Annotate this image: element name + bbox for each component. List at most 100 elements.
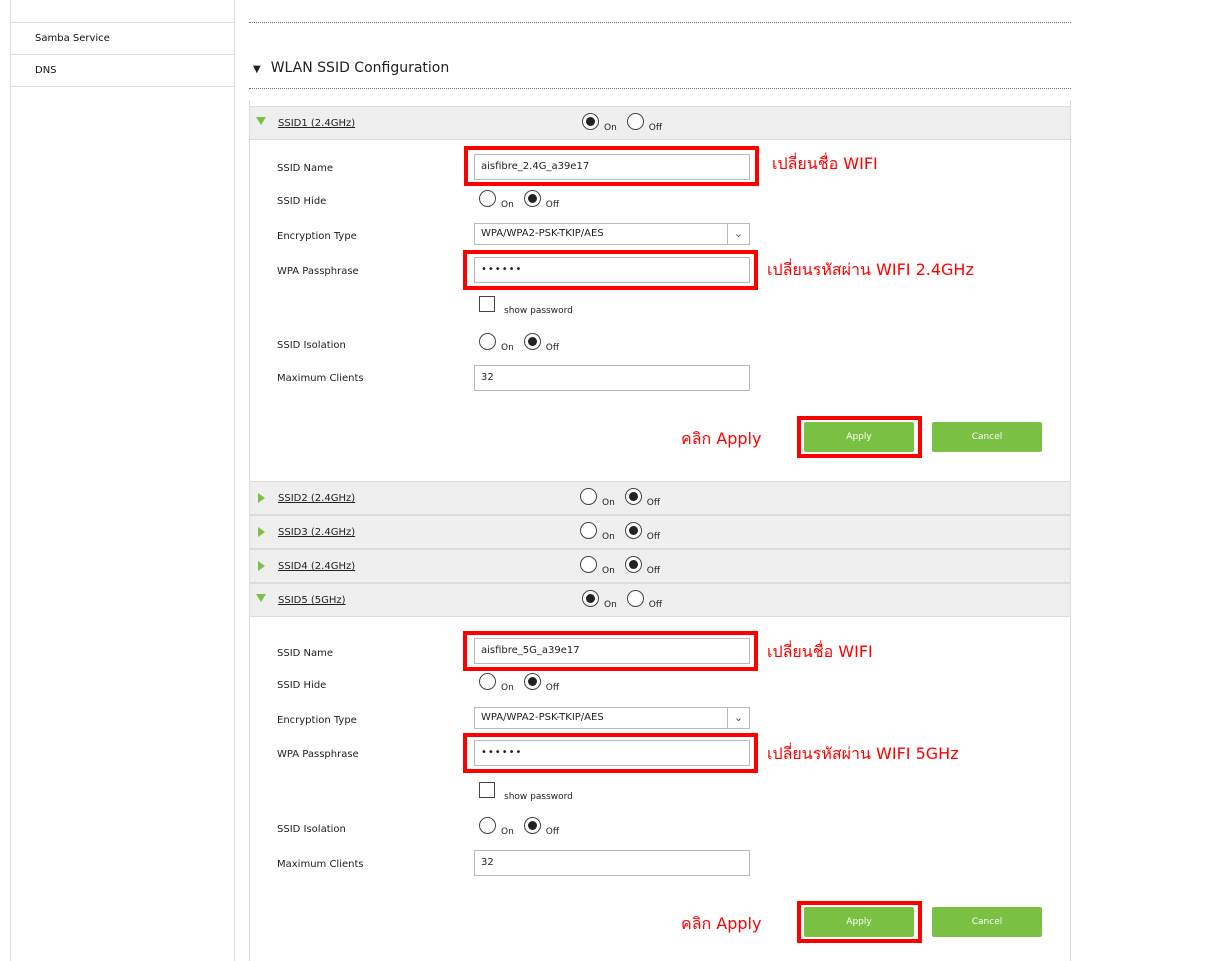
ssid5-max-clients-input[interactable]: 32 xyxy=(474,850,750,876)
ssid5-enable-radio: On Off xyxy=(582,590,672,610)
radio-off-label: Off xyxy=(646,532,661,542)
radio-on-label: On xyxy=(501,343,514,353)
highlight-box xyxy=(797,901,922,943)
ssid-isolation-label: SSID Isolation xyxy=(277,824,346,835)
ssid2-off-radio[interactable] xyxy=(624,488,642,505)
ssid1-isolation-radio: On Off xyxy=(479,333,569,353)
expanded-arrow-icon xyxy=(256,594,266,602)
annotation-change-pass-24: เปลี่ยนรหัสผ่าน WIFI 2.4GHz xyxy=(767,260,974,279)
wpa-passphrase-label: WPA Passphrase xyxy=(277,266,359,277)
radio-off-label: Off xyxy=(648,123,663,133)
encryption-type-label: Encryption Type xyxy=(277,715,357,726)
radio-on-label: On xyxy=(501,827,514,837)
annotation-change-pass-5: เปลี่ยนรหัสผ่าน WIFI 5GHz xyxy=(767,744,959,763)
show-password-label: show password xyxy=(504,792,573,802)
ssid-hide-label: SSID Hide xyxy=(277,680,327,691)
highlight-box xyxy=(797,416,922,458)
ssid1-show-password-checkbox[interactable] xyxy=(479,296,495,312)
ssid1-cancel-button[interactable]: Cancel xyxy=(932,422,1042,452)
encryption-type-label: Encryption Type xyxy=(277,231,357,242)
ssid1-encryption-select[interactable]: WPA/WPA2-PSK-TKIP/AES ⌄ xyxy=(474,223,750,245)
ssid4-enable-radio: On Off xyxy=(580,556,670,576)
radio-off-label: Off xyxy=(545,343,560,353)
highlight-box xyxy=(464,146,759,186)
radio-on-label: On xyxy=(501,683,514,693)
sidebar-item-dns[interactable]: DNS xyxy=(11,55,235,87)
collapsed-arrow-icon xyxy=(258,493,265,503)
ssid3-on-radio[interactable] xyxy=(580,522,597,539)
ssid1-hide-off-radio[interactable] xyxy=(523,190,541,207)
ssid4-on-radio[interactable] xyxy=(580,556,597,573)
ssid5-on-radio[interactable] xyxy=(582,590,599,607)
ssid5-hide-on-radio[interactable] xyxy=(479,673,496,690)
ssid5-show-password-checkbox[interactable] xyxy=(479,782,495,798)
ssid-name-label: SSID Name xyxy=(277,648,334,659)
radio-on-label: On xyxy=(602,498,615,508)
ssid2-enable-radio: On Off xyxy=(580,488,670,508)
select-value: WPA/WPA2-PSK-TKIP/AES xyxy=(481,712,604,723)
section-divider xyxy=(249,22,1071,23)
ssid1-link[interactable]: SSID1 (2.4GHz) xyxy=(278,118,355,129)
ssid1-hide-radio: On Off xyxy=(479,190,569,210)
ssid-name-label: SSID Name xyxy=(277,163,334,174)
ssid5-isolation-on-radio[interactable] xyxy=(479,817,496,834)
wpa-passphrase-label: WPA Passphrase xyxy=(277,749,359,760)
ssid1-hide-on-radio[interactable] xyxy=(479,190,496,207)
ssid4-off-radio[interactable] xyxy=(624,556,642,573)
section-divider xyxy=(249,88,1071,89)
radio-on-label: On xyxy=(602,532,615,542)
max-clients-label: Maximum Clients xyxy=(277,859,364,870)
annotation-change-name: เปลี่ยนชื่อ WIFI xyxy=(767,642,873,661)
ssid1-on-radio[interactable] xyxy=(582,113,599,130)
highlight-box xyxy=(463,250,758,290)
radio-off-label: Off xyxy=(545,683,560,693)
sidebar-item-samba-service[interactable]: Samba Service xyxy=(11,23,235,55)
collapse-triangle-icon: ▼ xyxy=(253,64,261,75)
ssid1-off-radio[interactable] xyxy=(626,113,644,130)
expanded-arrow-icon xyxy=(256,117,266,125)
ssid1-max-clients-input[interactable]: 32 xyxy=(474,365,750,391)
wlan-ssid-config-title[interactable]: ▼ WLAN SSID Configuration xyxy=(253,60,449,76)
sidebar-item-clipped[interactable] xyxy=(11,0,235,23)
max-clients-label: Maximum Clients xyxy=(277,373,364,384)
ssid5-hide-off-radio[interactable] xyxy=(523,673,541,690)
show-password-label: show password xyxy=(504,306,573,316)
radio-on-label: On xyxy=(604,600,617,610)
radio-on-label: On xyxy=(602,566,615,576)
ssid5-cancel-button[interactable]: Cancel xyxy=(932,907,1042,937)
highlight-box xyxy=(463,733,758,773)
ssid-hide-label: SSID Hide xyxy=(277,196,327,207)
annotation-change-name: เปลี่ยนชื่อ WIFI xyxy=(772,154,878,173)
ssid2-link[interactable]: SSID2 (2.4GHz) xyxy=(278,493,355,504)
radio-off-label: Off xyxy=(646,498,661,508)
ssid3-enable-radio: On Off xyxy=(580,522,670,542)
ssid5-isolation-radio: On Off xyxy=(479,817,569,837)
collapsed-arrow-icon xyxy=(258,561,265,571)
ssid-isolation-label: SSID Isolation xyxy=(277,340,346,351)
ssid5-encryption-select[interactable]: WPA/WPA2-PSK-TKIP/AES ⌄ xyxy=(474,707,750,729)
annotation-click-apply: คลิก Apply xyxy=(681,429,762,448)
ssid4-link[interactable]: SSID4 (2.4GHz) xyxy=(278,561,355,572)
collapsed-arrow-icon xyxy=(258,527,265,537)
radio-on-label: On xyxy=(604,123,617,133)
ssid5-link[interactable]: SSID5 (5GHz) xyxy=(278,595,346,606)
ssid5-off-radio[interactable] xyxy=(626,590,644,607)
radio-off-label: Off xyxy=(646,566,661,576)
sidebar: Samba Service DNS xyxy=(10,0,235,961)
ssid1-isolation-on-radio[interactable] xyxy=(479,333,496,350)
chevron-down-icon: ⌄ xyxy=(727,224,749,244)
ssid3-link[interactable]: SSID3 (2.4GHz) xyxy=(278,527,355,538)
ssid3-off-radio[interactable] xyxy=(624,522,642,539)
select-value: WPA/WPA2-PSK-TKIP/AES xyxy=(481,228,604,239)
ssid1-isolation-off-radio[interactable] xyxy=(523,333,541,350)
radio-off-label: Off xyxy=(545,827,560,837)
ssid2-on-radio[interactable] xyxy=(580,488,597,505)
ssid1-enable-radio: On Off xyxy=(582,113,672,133)
highlight-box xyxy=(463,631,758,671)
chevron-down-icon: ⌄ xyxy=(727,708,749,728)
radio-off-label: Off xyxy=(648,600,663,610)
ssid5-isolation-off-radio[interactable] xyxy=(523,817,541,834)
annotation-click-apply: คลิก Apply xyxy=(681,914,762,933)
ssid5-hide-radio: On Off xyxy=(479,673,569,693)
radio-off-label: Off xyxy=(545,200,560,210)
